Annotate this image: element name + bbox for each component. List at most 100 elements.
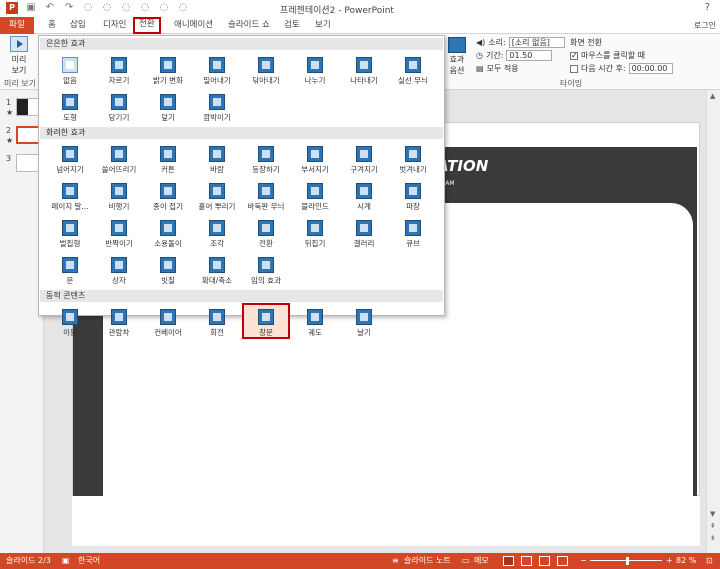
- tab-slideshow[interactable]: 슬라이드 쇼: [224, 18, 274, 33]
- transition-item[interactable]: 등장하기: [242, 140, 290, 176]
- quick-icon-6[interactable]: ◌: [177, 2, 189, 14]
- transition-item[interactable]: 반짝이기: [95, 214, 143, 250]
- quick-icon-3[interactable]: ◌: [120, 2, 132, 14]
- tab-insert[interactable]: 삽입: [66, 18, 90, 33]
- transition-item[interactable]: 흩어 뿌리기: [193, 177, 241, 213]
- duration-input[interactable]: 01.50: [506, 50, 553, 61]
- transition-item[interactable]: 확대/축소: [193, 251, 241, 287]
- transition-item[interactable]: 임의 효과: [242, 251, 290, 287]
- notes-button[interactable]: 슬라이드 노트: [404, 553, 451, 569]
- fit-to-window-icon[interactable]: ⊡: [706, 553, 713, 569]
- transition-item[interactable]: 문: [46, 251, 94, 287]
- transition-item[interactable]: 날기: [340, 303, 388, 339]
- tab-transitions[interactable]: 전환: [133, 17, 161, 34]
- transition-item[interactable]: 밝기 변화: [144, 51, 192, 87]
- transition-item[interactable]: 상자: [95, 251, 143, 287]
- transition-item[interactable]: 바둑판 무늬: [242, 177, 290, 213]
- transition-item[interactable]: 바람: [193, 140, 241, 176]
- transition-item[interactable]: 갤러리: [340, 214, 388, 250]
- scroll-down-icon[interactable]: ▼: [710, 510, 715, 518]
- transition-item[interactable]: 관람차: [95, 303, 143, 339]
- transition-item[interactable]: 구겨지기: [340, 140, 388, 176]
- zoom-level[interactable]: 82 %: [676, 553, 696, 569]
- transition-item[interactable]: 창문: [242, 303, 290, 339]
- spellcheck-icon[interactable]: ▣: [62, 553, 70, 569]
- transition-item[interactable]: 조각: [193, 214, 241, 250]
- transition-item[interactable]: 시계: [340, 177, 388, 213]
- zoom-out-icon[interactable]: −: [580, 553, 587, 569]
- notes-icon[interactable]: ≡: [392, 553, 399, 569]
- save-icon[interactable]: ▣: [25, 2, 37, 14]
- transition-item[interactable]: 큐브: [389, 214, 437, 250]
- transition-item[interactable]: 넘어지기: [46, 140, 94, 176]
- transition-item[interactable]: 회전: [193, 303, 241, 339]
- quick-icon-2[interactable]: ◌: [101, 2, 113, 14]
- normal-view-icon[interactable]: [503, 556, 514, 566]
- transition-item[interactable]: 소용돌이: [144, 214, 192, 250]
- transition-item[interactable]: 덮기: [144, 88, 192, 124]
- preview-button[interactable]: 미리 보기: [4, 36, 34, 76]
- redo-icon[interactable]: ↷: [63, 2, 75, 14]
- transition-item[interactable]: 도형: [46, 88, 94, 124]
- undo-icon[interactable]: ↶: [44, 2, 56, 14]
- transition-item[interactable]: 깜박이기: [193, 88, 241, 124]
- slideshow-view-icon[interactable]: [557, 556, 568, 566]
- transition-item[interactable]: 쓸어뜨리기: [95, 140, 143, 176]
- language-indicator[interactable]: 한국어: [78, 553, 100, 569]
- vertical-scrollbar[interactable]: ▲ ▼ ⇞ ⇟: [706, 90, 720, 553]
- zoom-slider-thumb[interactable]: [626, 557, 629, 565]
- on-click-checkbox[interactable]: [570, 49, 578, 62]
- transition-item[interactable]: 부서지기: [291, 140, 339, 176]
- notes-area[interactable]: [72, 496, 700, 546]
- sound-select[interactable]: [소리 없음]: [508, 37, 565, 48]
- transition-item[interactable]: 나누기: [291, 51, 339, 87]
- transition-item[interactable]: 전환: [242, 214, 290, 250]
- transition-item[interactable]: 자르기: [95, 51, 143, 87]
- comments-button[interactable]: 메모: [474, 553, 489, 569]
- tab-file[interactable]: 파일: [0, 17, 34, 34]
- transition-icon: [307, 57, 323, 73]
- transition-label: 나타내기: [350, 76, 378, 85]
- login-link[interactable]: 로그인: [694, 20, 716, 31]
- transition-item[interactable]: 비행기: [95, 177, 143, 213]
- transition-item[interactable]: 당기기: [95, 88, 143, 124]
- transition-item[interactable]: 커튼: [144, 140, 192, 176]
- tab-review[interactable]: 검토: [280, 18, 304, 33]
- transition-item[interactable]: 빗질: [144, 251, 192, 287]
- help-icon[interactable]: ?: [705, 2, 710, 13]
- tab-view[interactable]: 보기: [311, 18, 335, 33]
- transition-item[interactable]: 벌집형: [46, 214, 94, 250]
- transition-item[interactable]: 없음: [46, 51, 94, 87]
- transition-item[interactable]: 블라인드: [291, 177, 339, 213]
- apply-all-button[interactable]: ▤ 모두 적용: [476, 62, 572, 75]
- quick-icon-1[interactable]: ◌: [82, 2, 94, 14]
- next-slide-icon[interactable]: ⇟: [710, 534, 716, 542]
- transition-item[interactable]: 벗겨내기: [389, 140, 437, 176]
- transition-item[interactable]: 페이지 말...: [46, 177, 94, 213]
- transition-item[interactable]: 이동: [46, 303, 94, 339]
- transition-icon: [307, 220, 323, 236]
- transition-item[interactable]: 종이 접기: [144, 177, 192, 213]
- tab-design[interactable]: 디자인: [99, 18, 130, 33]
- transition-item[interactable]: 뒤집기: [291, 214, 339, 250]
- transition-item[interactable]: 밀어내기: [193, 51, 241, 87]
- transition-item[interactable]: 궤도: [291, 303, 339, 339]
- comments-icon[interactable]: ▭: [462, 553, 470, 569]
- reading-view-icon[interactable]: [539, 556, 550, 566]
- tab-animations[interactable]: 애니메이션: [170, 18, 217, 33]
- transition-item[interactable]: 파장: [389, 177, 437, 213]
- quick-icon-5[interactable]: ◌: [158, 2, 170, 14]
- prev-slide-icon[interactable]: ⇞: [710, 522, 716, 530]
- transition-item[interactable]: 나타내기: [340, 51, 388, 87]
- transition-item[interactable]: 컨베이어: [144, 303, 192, 339]
- scroll-up-icon[interactable]: ▲: [710, 92, 715, 100]
- effect-options-button[interactable]: 효과 옵션: [444, 37, 470, 76]
- zoom-in-icon[interactable]: +: [666, 553, 673, 569]
- quick-icon-4[interactable]: ◌: [139, 2, 151, 14]
- after-time-input[interactable]: 00:00.00: [628, 63, 673, 74]
- transition-item[interactable]: 실선 무늬: [389, 51, 437, 87]
- tab-home[interactable]: 홈: [44, 18, 60, 33]
- transition-item[interactable]: 닦아내기: [242, 51, 290, 87]
- after-checkbox[interactable]: [570, 64, 578, 73]
- slide-sorter-icon[interactable]: [521, 556, 532, 566]
